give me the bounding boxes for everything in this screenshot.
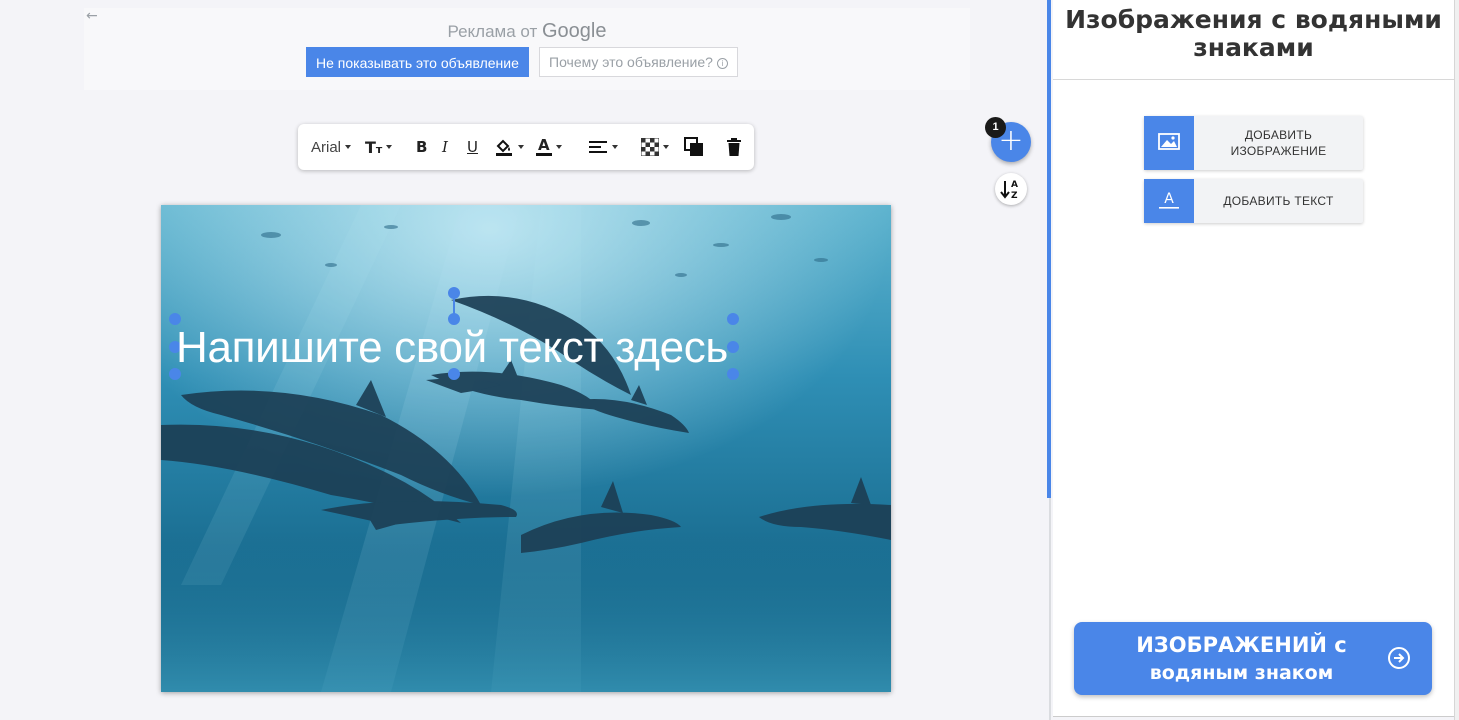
text-icon: A bbox=[1144, 179, 1194, 223]
layer-count-badge: 1 bbox=[985, 117, 1006, 138]
chevron-down-icon bbox=[386, 145, 393, 149]
align-left-icon bbox=[589, 141, 607, 153]
ad-label: Реклама от Google bbox=[84, 20, 970, 43]
export-watermarked-button[interactable]: ИЗОБРАЖЕНИЙ с водяным знаком bbox=[1074, 622, 1432, 695]
trash-icon bbox=[727, 138, 741, 156]
highlight-color-dropdown[interactable] bbox=[494, 124, 524, 170]
font-size-dropdown[interactable]: Tт bbox=[365, 124, 393, 170]
right-panel: Изображения с водяными знаками ДОБАВИТЬ … bbox=[1053, 0, 1454, 717]
divider bbox=[1053, 79, 1454, 80]
add-text-label: ДОБАВИТЬ ТЕКСТ bbox=[1223, 194, 1334, 208]
font-family-dropdown[interactable]: Arial bbox=[311, 124, 352, 170]
bold-icon: B bbox=[416, 138, 428, 156]
svg-text:Z: Z bbox=[1011, 191, 1018, 201]
info-icon: i bbox=[716, 58, 728, 69]
ad-why-button[interactable]: Почему это объявление? i bbox=[539, 47, 738, 77]
chevron-down-icon bbox=[555, 145, 562, 149]
font-family-label: Arial bbox=[311, 138, 342, 156]
layer-order-button[interactable] bbox=[684, 124, 704, 170]
ad-hide-button[interactable]: Не показывать это объявление bbox=[306, 47, 529, 77]
panel-resize-handle[interactable] bbox=[1047, 0, 1051, 498]
scrollbar[interactable] bbox=[1454, 0, 1459, 720]
align-dropdown[interactable] bbox=[588, 124, 618, 170]
chevron-down-icon bbox=[612, 145, 618, 149]
font-color-icon: A bbox=[536, 136, 552, 156]
image-canvas[interactable]: Напишите свой текст здесь bbox=[161, 205, 891, 692]
ad-banner: ← Реклама от Google Не показывать это об… bbox=[84, 8, 970, 90]
underline-icon: U bbox=[467, 138, 478, 156]
add-image-label: ДОБАВИТЬ ИЗОБРАЖЕНИЕ bbox=[1230, 128, 1327, 158]
underline-button[interactable]: U bbox=[467, 124, 478, 170]
panel-title: Изображения с водяными знаками bbox=[1065, 5, 1442, 62]
chevron-down-icon bbox=[518, 145, 524, 149]
watermark-text[interactable]: Напишите свой текст здесь bbox=[176, 323, 728, 373]
ad-why-label: Почему это объявление? bbox=[549, 54, 713, 70]
text-size-icon: Tт bbox=[365, 137, 383, 157]
ad-brand: Google bbox=[542, 20, 607, 42]
sort-layers-button[interactable]: A Z bbox=[995, 173, 1027, 205]
add-text-button[interactable]: A ДОБАВИТЬ ТЕКСТ bbox=[1144, 179, 1363, 223]
app-root: ← Реклама от Google Не показывать это об… bbox=[0, 0, 1459, 720]
italic-icon: I bbox=[442, 138, 448, 156]
delete-button[interactable] bbox=[726, 124, 742, 170]
checkerboard-icon bbox=[641, 138, 659, 156]
font-color-dropdown[interactable]: A bbox=[536, 124, 562, 170]
add-image-button[interactable]: ДОБАВИТЬ ИЗОБРАЖЕНИЕ bbox=[1144, 116, 1363, 170]
text-toolbar: Arial Tт B I U A bbox=[298, 124, 754, 170]
chevron-down-icon bbox=[345, 145, 352, 149]
opacity-dropdown[interactable] bbox=[641, 124, 669, 170]
export-label-line1: ИЗОБРАЖЕНИЙ с bbox=[1136, 633, 1347, 657]
svg-text:A: A bbox=[1011, 180, 1018, 190]
italic-button[interactable]: I bbox=[442, 124, 448, 170]
sort-az-icon: A Z bbox=[1000, 180, 1018, 201]
arrow-right-circle-icon bbox=[1388, 647, 1410, 669]
export-label-line2: водяным знаком bbox=[1149, 662, 1334, 684]
paint-bucket-icon bbox=[496, 139, 512, 156]
panel-divider bbox=[1049, 498, 1051, 720]
dolphins-photo bbox=[161, 205, 891, 692]
ad-label-text: Реклама от bbox=[447, 22, 538, 41]
chevron-down-icon bbox=[663, 145, 669, 149]
layers-icon bbox=[684, 137, 703, 156]
svg-text:A: A bbox=[1164, 191, 1174, 207]
image-icon bbox=[1144, 116, 1194, 170]
bold-button[interactable]: B bbox=[416, 124, 427, 170]
